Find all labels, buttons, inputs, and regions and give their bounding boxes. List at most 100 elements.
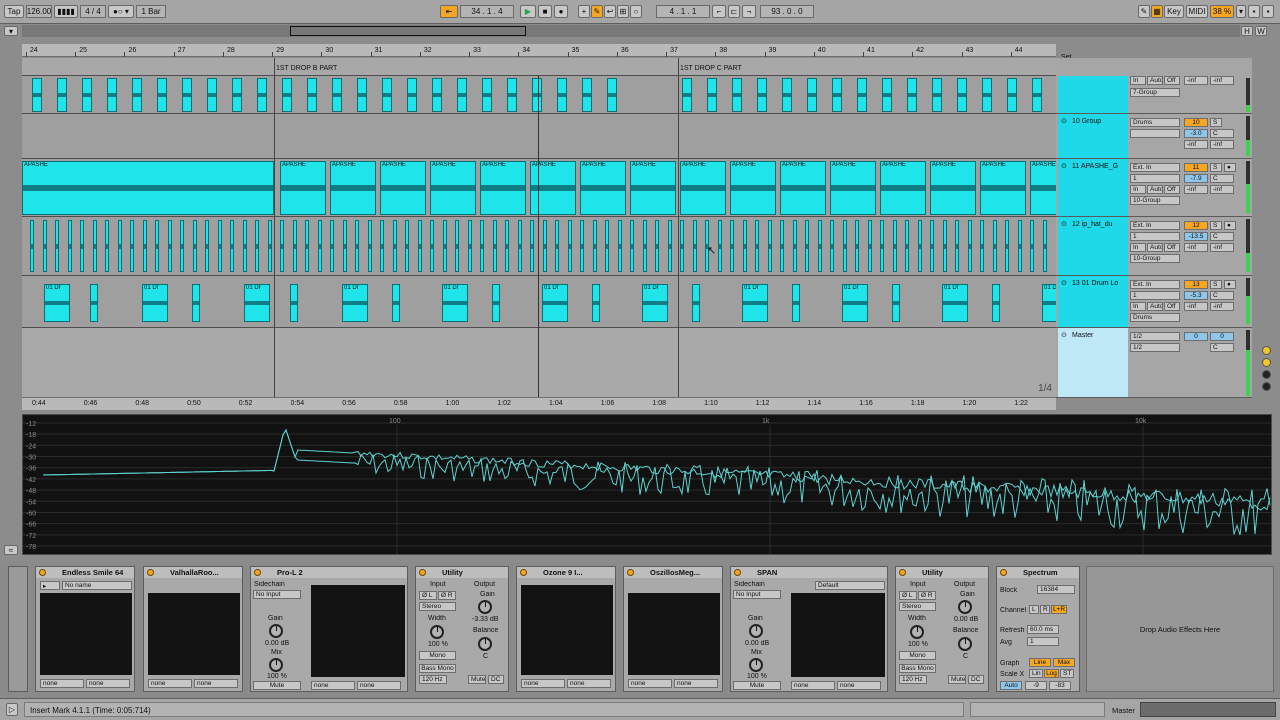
audio-clip[interactable] [1030,220,1034,272]
device-title[interactable]: Utility [416,567,508,578]
range-low-field[interactable]: -9 [1025,681,1047,690]
track-header-13-drum[interactable]: ⊙ 13 01 Drum Lo Ext. In 1 In Auto Off Dru… [1056,276,1252,328]
bass-mono-toggle[interactable]: Bass Mono [419,664,456,673]
audio-clip[interactable] [830,220,834,272]
audio-clip[interactable] [717,220,722,272]
stop-icon[interactable]: ■ [538,5,552,18]
param-select-2[interactable]: none [837,681,881,690]
audio-clip[interactable] [557,78,567,112]
locator-drop-b[interactable]: 1ST DROP B PART [276,65,337,72]
device-title[interactable]: Spectrum [997,567,1079,578]
audio-clip[interactable] [167,220,172,272]
track-header-7[interactable]: In Auto Off 7-Group -inf -inf [1056,76,1252,114]
audio-clip[interactable] [492,220,497,272]
audio-clip[interactable] [217,220,222,272]
audio-clip[interactable] [905,220,909,272]
volume-field[interactable]: -7.9 [1184,174,1208,183]
send-b[interactable]: -inf [1210,76,1234,85]
audio-clip[interactable] [805,220,809,272]
w-toggle[interactable]: W [1255,26,1267,36]
audio-clip[interactable] [80,220,84,272]
audio-clip[interactable] [455,220,459,272]
audio-clip[interactable] [290,284,298,322]
arm-button[interactable]: ● [1224,221,1236,230]
audio-clip[interactable]: APASHE [980,161,1026,215]
audio-clip[interactable] [105,220,109,272]
audio-clip[interactable]: APASHE [580,161,626,215]
audio-clip[interactable]: 01 Dr [1042,284,1056,322]
audio-clip[interactable] [630,220,634,272]
audio-clip[interactable] [255,220,259,272]
audio-clip[interactable] [407,78,417,112]
output-routing[interactable]: 7-Group [1130,88,1180,97]
audio-clip[interactable] [32,78,42,112]
audio-clip[interactable] [617,220,622,272]
device-title[interactable]: SPAN [731,567,887,578]
quantize-dropdown[interactable]: 1 Bar [136,5,166,18]
automation-arm-icon[interactable]: ✎ [591,5,603,18]
pan-field[interactable]: C [1210,174,1234,183]
input-routing[interactable]: Ext. In [1130,163,1180,172]
audio-clip[interactable] [182,78,192,112]
audio-clip[interactable] [757,78,767,112]
power-icon[interactable] [147,569,154,576]
audio-clip[interactable] [555,220,559,272]
channel-mode-select[interactable]: Stereo [419,602,456,611]
pan-field[interactable]: C [1210,291,1234,300]
punch-in-icon[interactable]: ⌐ [712,5,726,18]
punch-out-icon[interactable]: ¬ [742,5,756,18]
power-icon[interactable] [734,569,741,576]
gain-knob[interactable] [478,600,492,614]
audio-clip[interactable] [642,220,647,272]
device-spectrum[interactable]: Spectrum Block 16384 Channel L R L+R Ref… [996,566,1080,692]
track-name[interactable]: ⊙ Master [1058,328,1128,397]
capture-icon[interactable]: ⊞ [617,5,629,18]
mute-toggle[interactable]: Mute [468,675,486,684]
audio-clip[interactable]: 01 Dr [542,284,568,322]
metronome-bars-icon[interactable]: ▮▮▮▮ [54,5,78,18]
audio-clip[interactable] [792,284,800,322]
audio-clip[interactable] [307,78,317,112]
audio-clip[interactable] [192,220,197,272]
bass-freq-field[interactable]: 120 Hz [419,675,447,684]
device-pro-l2[interactable]: Pro-L 2 Sidechain No Input Gain 0.00 dB … [250,566,408,692]
audio-clip[interactable] [930,220,934,272]
key-map-button[interactable]: Key [1164,5,1184,18]
audio-clip[interactable] [792,220,797,272]
balance-knob[interactable] [478,637,492,651]
audio-clip[interactable] [30,220,34,272]
audio-clip[interactable]: APASHE [430,161,476,215]
pan-field[interactable]: C [1210,129,1234,138]
send-a[interactable]: -inf [1184,243,1208,252]
power-icon[interactable] [899,569,906,576]
monitor-off[interactable]: Off [1164,302,1180,311]
cue-out[interactable]: 1/2 [1130,332,1180,341]
track-lane-7[interactable] [22,76,1056,114]
loop-icon[interactable]: ○ [630,5,642,18]
fold-icon[interactable]: ⊙ [1061,331,1067,339]
audio-clip[interactable] [592,284,600,322]
audio-clip[interactable] [230,220,234,272]
bass-freq-field[interactable]: 120 Hz [899,675,927,684]
audio-clip[interactable] [382,78,392,112]
loop-switch-icon[interactable]: ⊏ [728,5,740,18]
time-ruler[interactable]: 0:44 0:46 0:48 0:50 0:52 0:54 0:56 0:58 1:00 1:02… [22,397,1056,410]
volume-field[interactable]: -5.3 [1184,291,1208,300]
audio-clip[interactable] [482,78,492,112]
send-b[interactable]: -inf [1210,243,1234,252]
audio-clip[interactable]: APASHE [22,161,274,215]
locator-drop-c[interactable]: 1ST DROP C PART [680,65,742,72]
audio-clip[interactable] [355,220,359,272]
mute-toggle[interactable]: Mute [948,675,966,684]
arrangement-position-field[interactable]: 34 . 1 . 4 [460,5,514,18]
device-endless-smile[interactable]: Endless Smile 64 ▸ No name none none [35,566,135,692]
mute-button[interactable]: Mute [733,681,781,690]
audio-clip[interactable] [592,220,597,272]
solo-button[interactable]: S [1210,163,1222,172]
scale-st-toggle[interactable]: ST [1060,669,1074,678]
track-header-11-apashe[interactable]: ⊙ 11 APASHE_G Ext. In 1 In Auto Off 10-Gr… [1056,159,1252,217]
input-channel[interactable]: 1 [1130,232,1180,241]
monitor-in[interactable]: In [1130,243,1146,252]
channel-r-toggle[interactable]: R [1040,605,1050,614]
track-name[interactable]: ⊙ 10 Group [1058,114,1128,158]
